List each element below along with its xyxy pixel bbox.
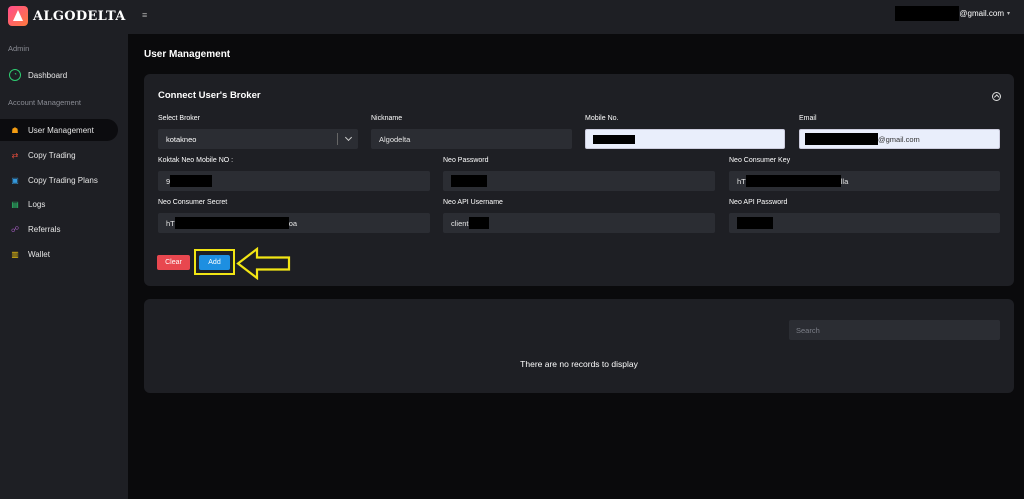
redacted-email xyxy=(805,133,878,145)
neo-password-input[interactable] xyxy=(443,171,715,191)
email-input[interactable]: @gmail.com xyxy=(799,129,1000,149)
email-value: @gmail.com xyxy=(878,134,920,144)
broker-select-value: kotakneo xyxy=(166,134,197,144)
chevron-down-icon xyxy=(344,133,353,142)
sidebar-item-logs[interactable]: ▤ Logs xyxy=(0,193,118,215)
neo-password-label: Neo Password xyxy=(443,157,489,164)
user-menu[interactable]: @gmail.com ▾ xyxy=(895,6,1010,21)
sidebar-item-label: User Management xyxy=(28,125,94,135)
empty-records-message: There are no records to display xyxy=(520,359,638,369)
sidebar-item-user-management[interactable]: ☗ User Management xyxy=(0,119,118,141)
consumer-key-suffix: lla xyxy=(840,176,849,186)
mobile-input[interactable] xyxy=(585,129,785,149)
redacted-neo-password xyxy=(451,175,487,187)
records-card: Search There are no records to display xyxy=(144,299,1014,393)
brand-logo[interactable]: ALGODELTA xyxy=(8,6,126,26)
redacted-consumer-secret xyxy=(174,217,289,229)
redacted-api-password xyxy=(737,217,773,229)
sidebar-item-dashboard[interactable]: ◔ Dashboard xyxy=(0,64,118,86)
sidebar-item-copy-trading[interactable]: ⇄ Copy Trading xyxy=(0,144,118,166)
redacted-api-username xyxy=(468,217,489,229)
consumer-secret-suffix: oa xyxy=(288,218,298,228)
consumer-secret-input[interactable]: hT oa xyxy=(158,213,430,233)
section-admin: Admin xyxy=(8,44,30,53)
card-title: Connect User's Broker xyxy=(158,90,261,101)
email-label: Email xyxy=(799,115,817,122)
api-username-input[interactable]: client xyxy=(443,213,715,233)
sidebar-item-referrals[interactable]: ☍ Referrals xyxy=(0,218,118,240)
user-email: @gmail.com xyxy=(959,9,1004,18)
consumer-secret-prefix: hT xyxy=(166,218,175,228)
search-placeholder: Search xyxy=(796,325,820,335)
logo-icon xyxy=(8,6,28,26)
wallet-icon: ▥ xyxy=(11,249,19,259)
logs-icon: ▤ xyxy=(11,199,19,209)
neo-mobile-label: Koktak Neo Mobile NO : xyxy=(158,157,234,164)
nickname-label: Nickname xyxy=(371,115,403,122)
select-broker-label: Select Broker xyxy=(158,115,201,122)
referrals-icon: ☍ xyxy=(10,224,20,234)
redacted-consumer-key xyxy=(745,175,841,187)
sidebar: ALGODELTA Admin ◔ Dashboard Account Mana… xyxy=(0,0,128,499)
nickname-value: Algodelta xyxy=(379,134,411,144)
menu-toggle-icon[interactable]: ≡ xyxy=(142,10,147,20)
api-username-label: Neo API Username xyxy=(443,199,503,206)
sidebar-item-label: Referrals xyxy=(28,224,61,234)
consumer-secret-label: Neo Consumer Secret xyxy=(158,199,228,206)
api-username-value: client xyxy=(451,218,469,228)
sidebar-item-label: Logs xyxy=(28,199,46,209)
broker-select[interactable]: kotakneo xyxy=(158,129,358,149)
mobile-label: Mobile No. xyxy=(585,115,619,122)
redacted-mobile xyxy=(593,134,635,144)
add-button-highlight xyxy=(194,249,235,275)
section-account-management: Account Management xyxy=(8,98,81,107)
redacted-neo-mobile xyxy=(170,175,213,187)
brand-name: ALGODELTA xyxy=(33,8,126,24)
topbar xyxy=(128,0,1024,34)
search-input[interactable]: Search xyxy=(789,320,1000,340)
clear-button[interactable]: Clear xyxy=(157,255,190,270)
api-password-label: Neo API Password xyxy=(729,199,788,206)
copy-trading-icon: ⇄ xyxy=(11,150,19,160)
page-title: User Management xyxy=(144,49,231,60)
collapse-icon[interactable] xyxy=(992,92,1001,101)
sidebar-item-copy-trading-plans[interactable]: ▣ Copy Trading Plans xyxy=(0,169,118,191)
sidebar-item-label: Dashboard xyxy=(28,70,68,80)
sidebar-item-label: Wallet xyxy=(28,249,50,259)
pointer-arrow-icon xyxy=(236,247,291,280)
sidebar-item-wallet[interactable]: ▥ Wallet xyxy=(0,243,118,265)
users-icon: ☗ xyxy=(11,125,19,135)
chevron-down-icon: ▾ xyxy=(1006,11,1010,17)
neo-mobile-input[interactable]: 9 xyxy=(158,171,430,191)
dashboard-icon: ◔ xyxy=(9,69,21,81)
sidebar-item-label: Copy Trading xyxy=(28,150,76,160)
consumer-key-prefix: hT xyxy=(737,176,746,186)
api-password-input[interactable] xyxy=(729,213,1000,233)
select-divider xyxy=(337,133,338,145)
consumer-key-label: Neo Consumer Key xyxy=(729,157,791,164)
sidebar-item-label: Copy Trading Plans xyxy=(28,175,98,185)
redacted-username xyxy=(895,6,960,21)
nickname-input[interactable]: Algodelta xyxy=(371,129,572,149)
consumer-key-input[interactable]: hT lla xyxy=(729,171,1000,191)
plans-icon: ▣ xyxy=(11,175,19,185)
